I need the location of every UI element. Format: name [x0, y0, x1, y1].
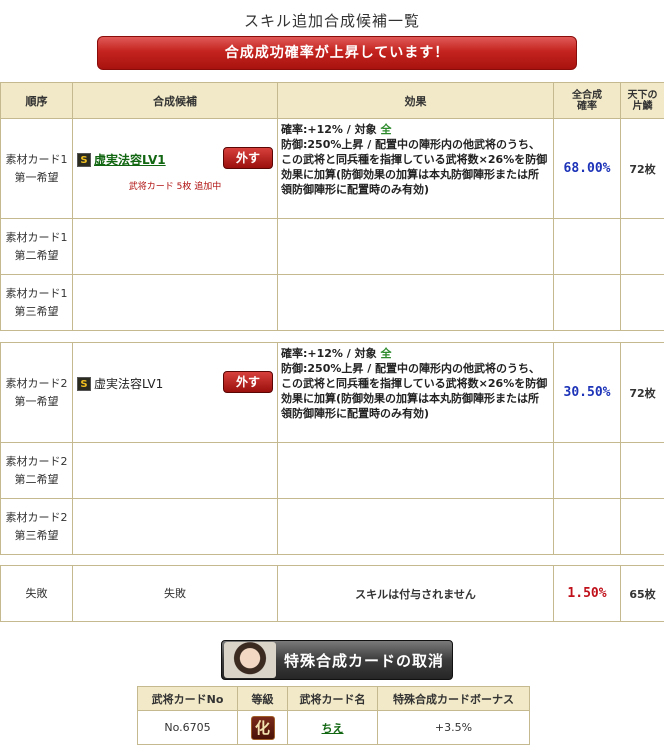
rank-icon: 化 [250, 715, 275, 740]
total-rate-cell: 30.50% [553, 342, 621, 443]
table-header: 順序 合成候補 効果 全合成 確率 天下の 片鱗 [0, 82, 664, 119]
candidate-cell[interactable] [72, 274, 278, 331]
total-rate-cell [553, 218, 621, 275]
effect-cell [277, 274, 554, 331]
success-rate-banner: 合成成功確率が上昇しています！ [97, 36, 577, 70]
header-rank: 等級 [237, 686, 288, 711]
table-row: 素材カード2 第二希望 [0, 442, 664, 499]
header-card-no: 武将カードNo [137, 686, 238, 711]
character-portrait-icon [224, 642, 276, 678]
order-cell: 素材カード2 第三希望 [0, 498, 73, 555]
effect-cell: 確率:+12% / 対象 全防御:250%上昇 / 配置中の陣形内の他武将のうち… [277, 342, 554, 443]
card-no: No.6705 [137, 710, 238, 745]
fail-count-cell: 65枚 [620, 565, 664, 622]
cancel-special-card-button[interactable]: 特殊合成カードの取消 [221, 640, 453, 680]
candidate-cell[interactable] [72, 442, 278, 499]
order-cell: 素材カード2 第一希望 [0, 342, 73, 443]
header-total-rate: 全合成 確率 [553, 82, 621, 119]
header-tenka: 天下の 片鱗 [620, 82, 664, 119]
candidate-cell[interactable] [72, 498, 278, 555]
effect-cell [277, 442, 554, 499]
order-cell: 素材カード1 第二希望 [0, 218, 73, 275]
fail-rate-cell: 1.50% [553, 565, 621, 622]
remove-button[interactable]: 外す [223, 147, 273, 169]
fail-order-cell: 失敗 [0, 565, 73, 622]
page-title: スキル追加合成候補一覧 [243, 12, 420, 30]
skill-rank-icon: S [77, 376, 91, 391]
effect-cell: 確率:+12% / 対象 全防御:250%上昇 / 配置中の陣形内の他武将のうち… [277, 118, 554, 219]
tenka-count-cell [620, 442, 664, 499]
header-bonus: 特殊合成カードボーナス [377, 686, 530, 711]
candidate-cell: S 虚実法容LV1 外す [72, 342, 278, 443]
total-rate-cell [553, 498, 621, 555]
rank-cell: 化 [237, 710, 288, 745]
candidate-table-2: 素材カード2 第一希望 S 虚実法容LV1 外す 確率:+12% / 対象 全防御… [0, 342, 664, 555]
bonus-value: +3.5% [377, 710, 530, 745]
order-cell: 素材カード1 第一希望 [0, 118, 73, 219]
total-rate-cell [553, 442, 621, 499]
header-card-name: 武将カード名 [287, 686, 378, 711]
order-cell: 素材カード1 第三希望 [0, 274, 73, 331]
card-name-link[interactable]: ちえ [322, 722, 344, 735]
fail-table: 失敗 失敗 スキルは付与されません 1.50% 65枚 [0, 565, 664, 622]
header-candidate: 合成候補 [72, 82, 278, 119]
candidate-table-1: 順序 合成候補 効果 全合成 確率 天下の 片鱗 素材カード1 第一希望 S 虚実法容… [0, 82, 664, 331]
adding-note: 武将カード 5枚 追加中 [128, 182, 222, 192]
total-rate-cell: 68.00% [553, 118, 621, 219]
total-rate-cell [553, 274, 621, 331]
candidate-cell[interactable] [72, 218, 278, 275]
skill-rank-icon: S [77, 152, 91, 167]
table-row: 素材カード2 第一希望 S 虚実法容LV1 外す 確率:+12% / 対象 全防御… [0, 342, 664, 443]
header-effect: 効果 [277, 82, 554, 119]
tenka-count-cell [620, 274, 664, 331]
candidate-cell: S 虚実法容LV1 外す 武将カード 5枚 追加中 [72, 118, 278, 219]
order-cell: 素材カード2 第二希望 [0, 442, 73, 499]
tenka-count-cell [620, 498, 664, 555]
table-row: 素材カード1 第二希望 [0, 218, 664, 275]
fail-row: 失敗 失敗 スキルは付与されません 1.50% 65枚 [0, 565, 664, 622]
tenka-count-cell [620, 218, 664, 275]
table-row: 素材カード1 第三希望 [0, 274, 664, 331]
fail-effect-cell: スキルは付与されません [277, 565, 554, 622]
remove-button[interactable]: 外す [223, 371, 273, 393]
skill-name: 虚実法容LV1 [94, 377, 164, 391]
skill-name-link[interactable]: 虚実法容LV1 [94, 151, 166, 168]
header-order: 順序 [0, 82, 73, 119]
table-row: 素材カード1 第一希望 S 虚実法容LV1 外す 武将カード 5枚 追加中 確率:… [0, 118, 664, 219]
bonus-header: 武将カードNo 等級 武将カード名 特殊合成カードボーナス [137, 686, 530, 711]
tenka-count-cell: 72枚 [620, 342, 664, 443]
fail-candidate-cell: 失敗 [72, 565, 278, 622]
table-row: 素材カード2 第三希望 [0, 498, 664, 555]
table-row: No.6705 化 ちえ +3.5% [137, 710, 530, 745]
bonus-table: 武将カードNo 等級 武将カード名 特殊合成カードボーナス No.6705 化 … [137, 686, 530, 745]
effect-cell [277, 498, 554, 555]
effect-cell [277, 218, 554, 275]
tenka-count-cell: 72枚 [620, 118, 664, 219]
card-name-cell: ちえ [287, 710, 378, 745]
